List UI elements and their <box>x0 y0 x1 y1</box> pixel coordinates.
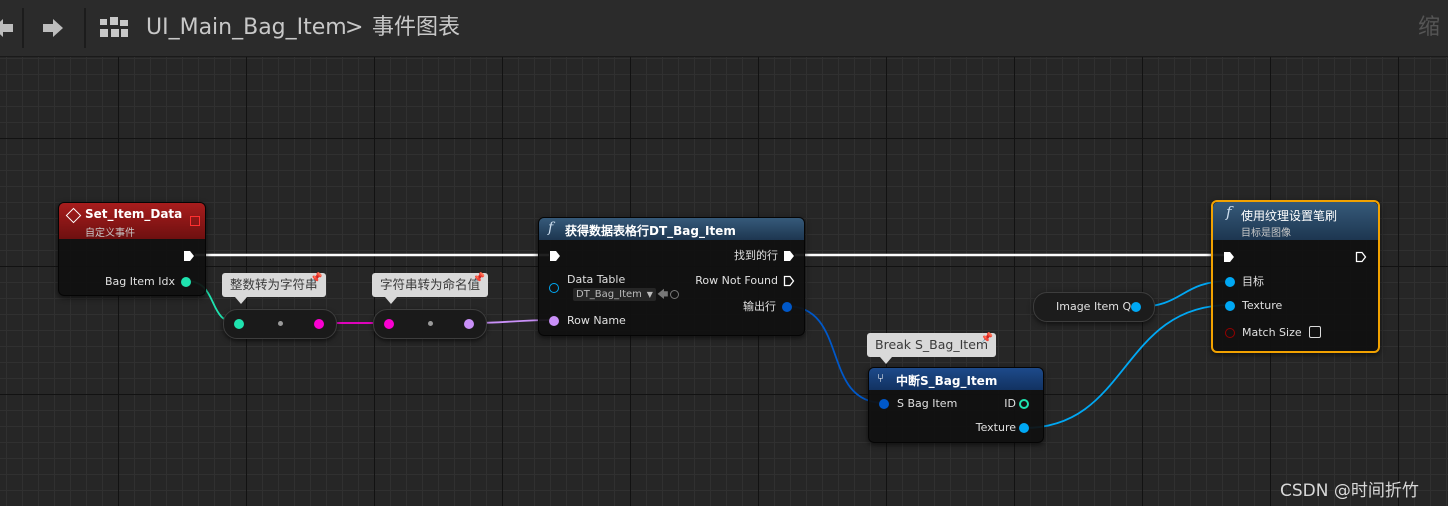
name-output-pin[interactable] <box>464 319 474 329</box>
bag-item-idx-pin[interactable] <box>181 277 191 287</box>
exec-in-pin-icon[interactable] <box>549 250 561 262</box>
int-to-string-node[interactable] <box>223 309 337 339</box>
function-icon: f <box>548 220 554 236</box>
break-struct-comment-text: Break S_Bag_Item <box>875 337 989 352</box>
forward-button[interactable] <box>38 14 68 42</box>
pushpin-icon[interactable]: 📌 <box>310 267 322 291</box>
id-pin[interactable] <box>1019 399 1029 409</box>
image-item-q-variable[interactable]: Image Item Q <box>1033 292 1155 322</box>
int-to-string-comment[interactable]: 整数转为字符串 📌 <box>222 273 326 297</box>
row-found-label: 找到的行 <box>734 249 778 262</box>
row-not-found-label: Row Not Found <box>695 274 778 287</box>
event-node-subtitle: 自定义事件 <box>85 228 135 239</box>
texture-out-pin[interactable] <box>1019 423 1029 433</box>
break-struct-comment[interactable]: Break S_Bag_Item 📌 <box>867 333 997 357</box>
string-to-name-comment-text: 字符串转为命名值 <box>380 277 481 292</box>
texture-out-label: Texture <box>975 421 1016 434</box>
match-size-pin[interactable] <box>1225 328 1235 338</box>
conversion-dot <box>428 321 433 326</box>
match-size-checkbox[interactable] <box>1309 326 1321 338</box>
s-bag-item-label: S Bag Item <box>897 397 958 410</box>
event-node-title: Set_Item_Data <box>85 207 183 221</box>
break-struct-node[interactable]: ⑂ 中断S_Bag_Item S Bag Item ID Texture <box>868 367 1044 443</box>
delegate-pin-icon[interactable] <box>190 216 200 226</box>
event-graph-canvas[interactable]: Set_Item_Data 自定义事件 Bag Item Idx 整数转为字符串… <box>0 0 1448 506</box>
conversion-dot <box>278 321 283 326</box>
row-name-pin[interactable] <box>549 316 559 326</box>
texture-in-label: Texture <box>1242 299 1283 312</box>
watermark: CSDN @时间折竹 <box>1280 481 1419 501</box>
out-row-pin[interactable] <box>782 302 792 312</box>
row-not-found-exec-pin-icon[interactable] <box>783 275 795 287</box>
bubble-tail <box>385 297 397 304</box>
data-table-dropdown[interactable]: DT_Bag_Item ▼ <box>573 288 656 301</box>
zoom-label: 缩 <box>1418 15 1441 40</box>
pushpin-icon[interactable]: 📌 <box>473 267 485 291</box>
match-size-label: Match Size <box>1242 326 1302 339</box>
texture-in-pin[interactable] <box>1225 301 1235 311</box>
back-button[interactable] <box>0 14 18 42</box>
browse-asset-icon[interactable] <box>670 290 679 299</box>
toolbar-separator <box>22 8 24 48</box>
get-row-node-title: 获得数据表格行DT_Bag_Item <box>565 224 736 238</box>
exec-out-pin-icon[interactable] <box>1355 251 1367 263</box>
breadcrumb-graph[interactable]: 事件图表 <box>372 14 460 42</box>
bag-item-idx-label: Bag Item Idx <box>104 275 175 288</box>
bubble-tail <box>235 297 247 304</box>
int-input-pin[interactable] <box>234 319 244 329</box>
function-icon: f <box>1226 203 1232 221</box>
break-struct-icon: ⑂ <box>877 371 885 385</box>
get-data-table-row-node[interactable]: f 获得数据表格行DT_Bag_Item 找到的行 Data Table DT_… <box>538 217 805 336</box>
arrow-right-icon <box>43 19 63 37</box>
texture-wire[interactable] <box>1023 304 1231 429</box>
target-label: 目标 <box>1242 275 1264 288</box>
toolbar-separator <box>84 8 86 48</box>
graph-toolbar: UI_Main_Bag_Item > 事件图表 缩 <box>0 0 1448 57</box>
string-output-pin[interactable] <box>314 319 324 329</box>
use-selected-asset-icon[interactable]: 🡄 <box>657 288 668 301</box>
custom-event-node[interactable]: Set_Item_Data 自定义事件 Bag Item Idx <box>58 202 206 296</box>
event-graph-grid-icon <box>100 17 128 37</box>
string-input-pin[interactable] <box>384 319 394 329</box>
id-label: ID <box>1004 397 1016 410</box>
target-pin[interactable] <box>1225 277 1235 287</box>
data-table-pin[interactable] <box>549 283 559 293</box>
set-brush-subtitle: 目标是图像 <box>1241 228 1291 239</box>
break-struct-title: 中断S_Bag_Item <box>896 374 998 388</box>
s-bag-item-pin[interactable] <box>879 399 889 409</box>
bubble-tail <box>880 357 892 364</box>
image-item-q-pin[interactable] <box>1131 302 1141 312</box>
string-to-name-node[interactable] <box>373 309 487 339</box>
data-table-label: Data Table <box>567 273 626 286</box>
exec-out-pin-icon[interactable] <box>183 250 195 262</box>
data-table-dropdown-value: DT_Bag_Item <box>576 289 642 300</box>
arrow-left-icon <box>0 19 13 37</box>
chevron-down-icon: ▼ <box>646 290 653 299</box>
pushpin-icon[interactable]: 📌 <box>981 327 993 351</box>
string-to-name-comment[interactable]: 字符串转为命名值 📌 <box>372 273 489 297</box>
exec-in-pin-icon[interactable] <box>1223 251 1235 263</box>
breadcrumb-separator: > <box>345 15 364 40</box>
row-name-label: Row Name <box>567 314 626 327</box>
row-found-exec-pin-icon[interactable] <box>783 250 795 262</box>
breadcrumb-blueprint[interactable]: UI_Main_Bag_Item <box>146 14 347 42</box>
set-brush-from-texture-node[interactable]: f 使用纹理设置笔刷 目标是图像 目标 Texture Match Size <box>1211 200 1380 353</box>
image-item-q-label: Image Item Q <box>1056 300 1132 313</box>
out-row-label: 输出行 <box>743 300 776 313</box>
set-brush-title: 使用纹理设置笔刷 <box>1241 209 1338 223</box>
int-to-string-comment-text: 整数转为字符串 <box>230 277 318 292</box>
